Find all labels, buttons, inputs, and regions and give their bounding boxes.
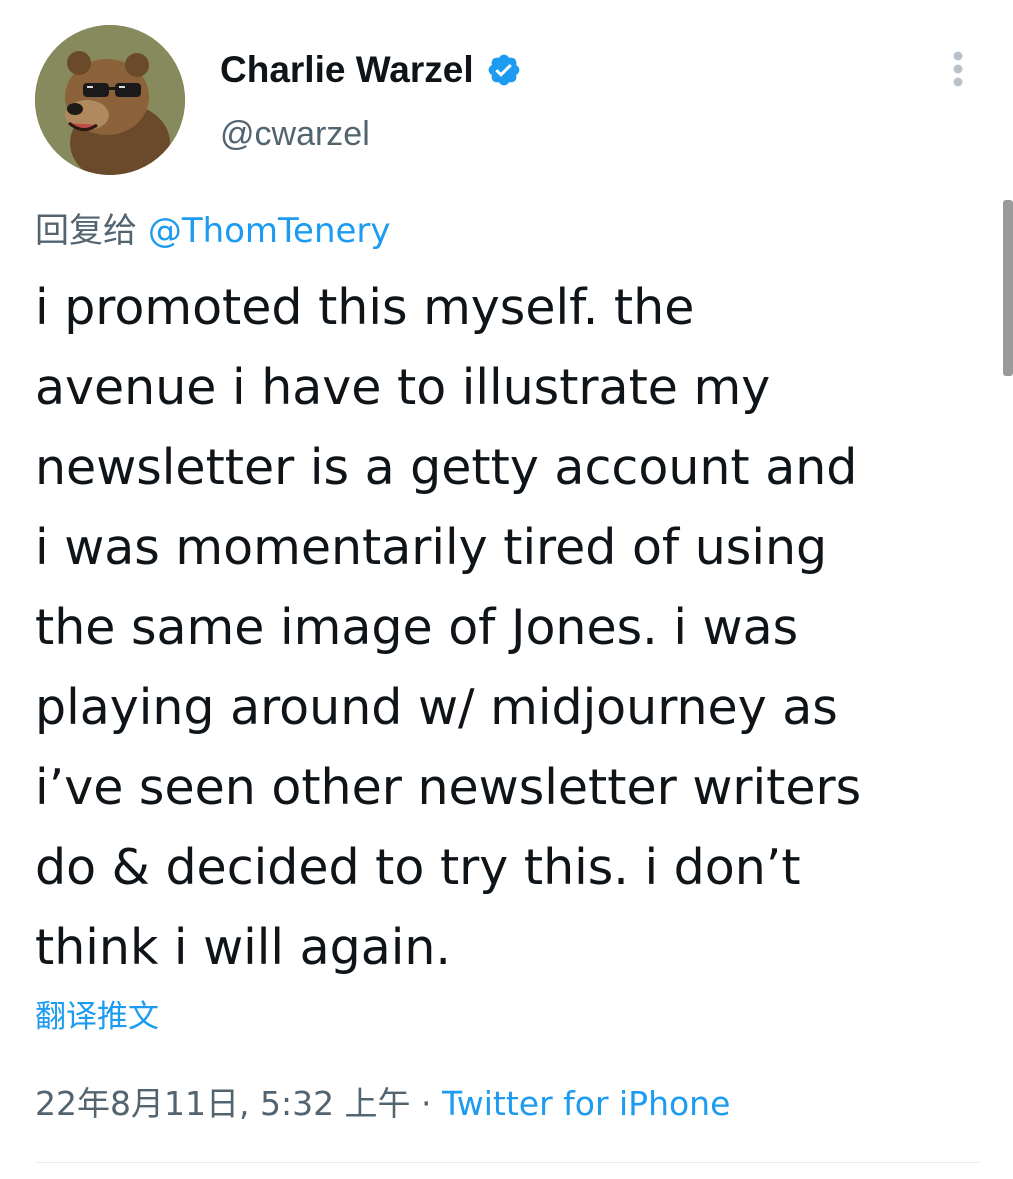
reply-context: 回复给 @ThomTenery (35, 208, 391, 254)
tweet-text-line: avenue i have to illustrate my (35, 359, 771, 416)
translate-tweet-link[interactable]: 翻译推文 (35, 994, 159, 1040)
divider (35, 1162, 980, 1163)
meta-separator: · (410, 1084, 443, 1123)
tweet-text-line: the same image of Jones. i was (35, 599, 799, 656)
tweet-source-link[interactable]: Twitter for iPhone (442, 1084, 730, 1123)
scrollbar[interactable] (1003, 200, 1013, 376)
reply-to-link[interactable]: @ThomTenery (148, 211, 391, 251)
tweet-text-line: i was momentarily tired of using (35, 519, 828, 576)
author-handle[interactable]: @cwarzel (220, 112, 370, 156)
tweet-text-line: do & decided to try this. i don’t (35, 839, 801, 896)
bear-avatar-icon (35, 25, 185, 175)
display-name[interactable]: Charlie Warzel (220, 46, 474, 94)
avatar[interactable] (35, 25, 185, 175)
tweet-text: i promoted this myself. the avenue i hav… (35, 268, 995, 988)
tweet-text-line: newsletter is a getty account and (35, 439, 858, 496)
tweet-text-line: i promoted this myself. the (35, 279, 695, 336)
verified-badge-icon (486, 52, 522, 88)
author-name-row[interactable]: Charlie Warzel (220, 46, 522, 94)
more-options-icon[interactable] (946, 50, 970, 88)
tweet-meta: 22年8月11日, 5:32 上午 · Twitter for iPhone (35, 1080, 730, 1128)
tweet-text-line: playing around w/ midjourney as (35, 679, 838, 736)
tweet-text-line: think i will again. (35, 919, 451, 976)
reply-prefix: 回复给 (35, 211, 137, 251)
tweet-text-line: i’ve seen other newsletter writers (35, 759, 862, 816)
tweet-timestamp[interactable]: 22年8月11日, 5:32 上午 (35, 1084, 411, 1123)
